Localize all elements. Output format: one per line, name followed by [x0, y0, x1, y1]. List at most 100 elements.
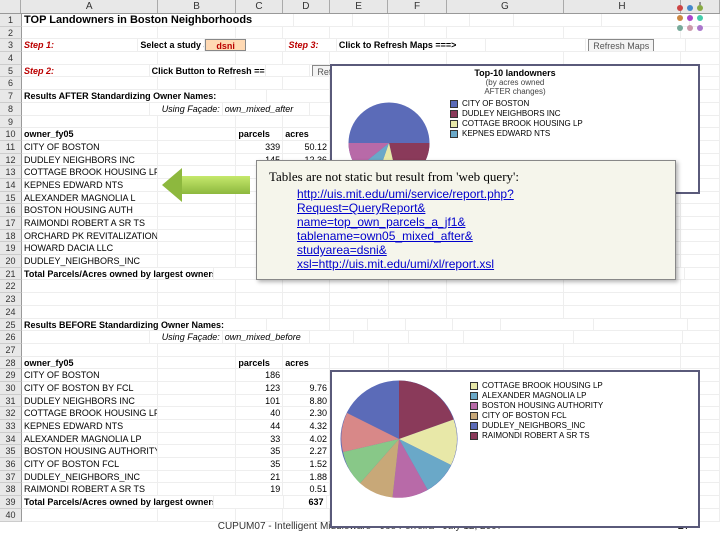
cell: ALEXANDER MAGNOLIA L: [22, 192, 158, 204]
cell: 40: [236, 407, 283, 419]
cell: [564, 306, 681, 318]
cell: [681, 230, 720, 242]
cell: [681, 242, 720, 254]
cell: [453, 319, 500, 331]
callout-url-line: tablename=own05_mixed_after&: [297, 229, 663, 243]
cell: [564, 357, 681, 369]
arrow-pointer: [180, 176, 250, 194]
cell: [283, 369, 330, 381]
cell: [330, 27, 389, 39]
cell: Click Button to Refresh ===>: [150, 65, 267, 77]
cell: 123: [236, 382, 283, 394]
chart2-legend: COTTAGE BROOK HOUSING LPALEXANDER MAGNOL…: [470, 380, 603, 504]
cell: [447, 306, 564, 318]
cell: [447, 280, 564, 292]
cell: [425, 14, 470, 26]
cell: [22, 331, 150, 343]
cell: RAIMONDI ROBERT A SR TS: [22, 483, 158, 495]
cell: [294, 14, 353, 26]
cell: [236, 509, 283, 521]
cell: [330, 357, 389, 369]
cell: DUDLEY NEIGHBORS INC: [22, 395, 158, 407]
cell: 637: [284, 496, 326, 508]
cell: RAIMONDI ROBERT A SR TS: [22, 217, 158, 229]
cell: [447, 52, 564, 64]
cell: [158, 433, 236, 445]
cell: [389, 357, 448, 369]
cell: [22, 52, 158, 64]
cell: [236, 52, 283, 64]
callout-heading: Tables are not static but result from 'w…: [269, 169, 663, 185]
cell: owner_fy05: [22, 357, 158, 369]
cell: COTTAGE BROOK HOUSING LP: [22, 166, 158, 178]
cell: [389, 344, 448, 356]
cell: 101: [236, 395, 283, 407]
cell: [283, 344, 330, 356]
cell: 4.32: [283, 420, 330, 432]
cell: 44: [236, 420, 283, 432]
legend-item: CITY OF BOSTON: [450, 99, 583, 108]
cell: [681, 280, 720, 292]
cell: [158, 293, 236, 305]
legend-item: DUDLEY_NEIGHBORS_INC: [470, 421, 603, 430]
legend-item: DUDLEY NEIGHBORS INC: [450, 109, 583, 118]
cell: 339: [236, 141, 283, 153]
legend-item: RAIMONDI ROBERT A SR TS: [470, 431, 603, 440]
cell: ALEXANDER MAGNOLIA LP: [22, 433, 158, 445]
cell: [158, 77, 236, 89]
cell: CITY OF BOSTON BY FCL: [22, 382, 158, 394]
cell: Using Façade:: [150, 103, 223, 115]
cell: [464, 331, 573, 343]
cell: [447, 344, 564, 356]
cell: 2.27: [283, 445, 330, 457]
cell: BOSTON HOUSING AUTHORITY: [22, 445, 158, 457]
cell: [564, 27, 681, 39]
cell: [409, 331, 464, 343]
cell: [22, 116, 158, 128]
cell: [158, 230, 236, 242]
cell: [267, 319, 330, 331]
cell: COTTAGE BROOK HOUSING LP: [22, 407, 158, 419]
cell: Step 1:: [22, 39, 138, 51]
cell: [158, 407, 236, 419]
cell: [158, 382, 236, 394]
cell: [685, 268, 720, 280]
cell: [158, 471, 236, 483]
cell: Total Parcels/Acres owned by largest own…: [22, 496, 214, 508]
cell: [236, 293, 283, 305]
cell: [574, 331, 683, 343]
cell: [236, 116, 283, 128]
cell: [22, 306, 158, 318]
refresh-maps-button[interactable]: Refresh Maps: [588, 39, 654, 51]
cell: Results AFTER Standardizing Owner Names:: [22, 90, 267, 102]
cell: 35: [236, 458, 283, 470]
cell: [330, 344, 389, 356]
cell: [389, 52, 448, 64]
cell: [158, 509, 236, 521]
cell: owner_fy05: [22, 128, 158, 140]
cell: [681, 344, 720, 356]
cell: Refresh Maps: [586, 39, 686, 51]
cell: [158, 154, 236, 166]
cell: [236, 344, 283, 356]
cell: [22, 103, 150, 115]
study-area-input[interactable]: dsni: [205, 39, 246, 51]
cell: CITY OF BOSTON: [22, 369, 158, 381]
cell: [283, 306, 330, 318]
cell: [683, 331, 720, 343]
cell: 1.88: [283, 471, 330, 483]
cell: [283, 77, 330, 89]
cell: DUDLEY_NEIGHBORS_INC: [22, 471, 158, 483]
cell: BOSTON HOUSING AUTH: [22, 204, 158, 216]
cell: [389, 293, 448, 305]
spreadsheet-grid: ABCDEFGHI 123456789101112131415161718192…: [0, 0, 720, 14]
chart-top10-before: COTTAGE BROOK HOUSING LPALEXANDER MAGNOL…: [330, 370, 700, 528]
cell: TOP Landowners in Boston Neighborhoods: [22, 14, 294, 26]
cell: [158, 445, 236, 457]
cell: [470, 14, 515, 26]
cell: CITY OF BOSTON FCL: [22, 458, 158, 470]
cell: [158, 306, 236, 318]
cell: 0.51: [283, 483, 330, 495]
cell: Step 2:: [22, 65, 150, 77]
cell: KEPNES EDWARD NTS: [22, 179, 158, 191]
